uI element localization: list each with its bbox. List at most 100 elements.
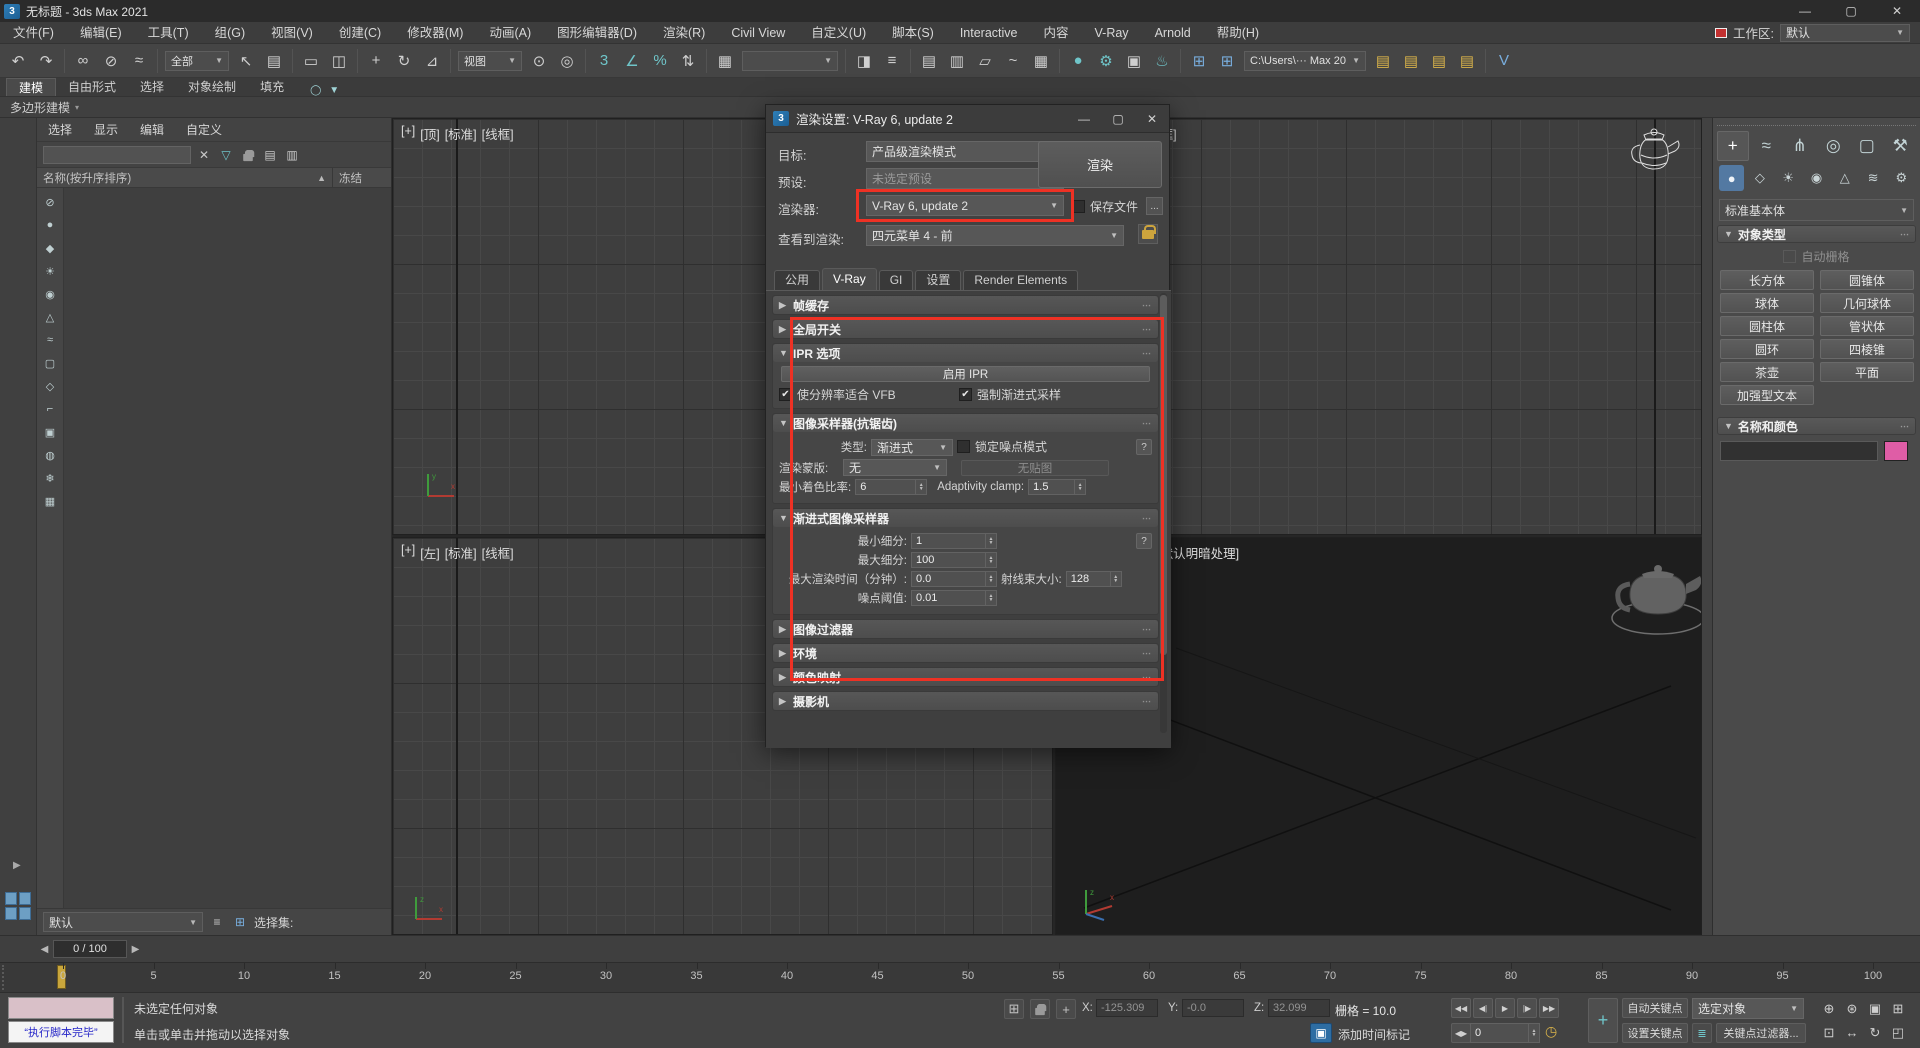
selection-filter-dropdown[interactable]: 全部▼ (165, 51, 229, 71)
menu-item[interactable]: 内容 (1031, 22, 1082, 44)
isolate-cube-button[interactable]: ▣ (1310, 1023, 1332, 1043)
create-平面-button[interactable]: 平面 (1820, 362, 1914, 382)
viewport-label-segment[interactable]: [左] (420, 543, 439, 562)
display-shapes-icon[interactable]: ◆ (42, 240, 59, 256)
material-editor-icon[interactable]: ● (1065, 48, 1091, 74)
dialog-tab-V-Ray[interactable]: V-Ray (822, 268, 877, 290)
display-cameras-icon[interactable]: ◉ (42, 286, 59, 302)
export-folder-icon[interactable]: ▤ (1454, 48, 1480, 74)
time-configuration-icon[interactable]: ◷ (1545, 1023, 1557, 1040)
cat-systems[interactable]: ⚙ (1889, 165, 1914, 191)
viewport-label-segment[interactable]: [标准] (445, 124, 477, 143)
adaptivity-spinner[interactable]: 1.5▲▼ (1028, 479, 1086, 495)
display-helpers-icon[interactable]: △ (42, 309, 59, 325)
column-config-icon[interactable]: ▤ (261, 146, 279, 164)
zoom-extents-all-icon[interactable]: ⊞ (1887, 997, 1909, 1020)
lock-noise-checkbox[interactable]: 锁定噪点模式 (957, 438, 1047, 455)
save-file-checkbox[interactable]: 保存文件 (1072, 198, 1138, 215)
cat-spacewarps[interactable]: ≋ (1860, 165, 1885, 191)
rollout-颜色映射[interactable]: ▶颜色映射⋯ (772, 667, 1159, 687)
frozen-column-header[interactable]: 冻结 (333, 168, 391, 187)
bind-spacewarp-icon[interactable]: ≈ (126, 48, 152, 74)
workspace-dropdown[interactable]: 默认▼ (1780, 24, 1910, 42)
set-keys-button[interactable]: + (1588, 998, 1618, 1043)
pan-icon[interactable]: ↔ (1841, 1021, 1863, 1044)
create-球体-button[interactable]: 球体 (1720, 293, 1814, 313)
create-几何球体-button[interactable]: 几何球体 (1820, 293, 1914, 313)
percent-snap-icon[interactable]: % (647, 48, 673, 74)
viewport-label-segment[interactable]: [+] (401, 543, 415, 562)
rollout-摄影机[interactable]: ▶摄影机⋯ (772, 691, 1159, 711)
viewport-label-segment[interactable]: [+] (401, 124, 415, 143)
redo-icon[interactable]: ↷ (33, 48, 59, 74)
zoom-icon[interactable]: ⊕ (1818, 997, 1840, 1020)
min-subdivs-spinner[interactable]: 1▲▼ (911, 533, 997, 549)
display-spacewarps-icon[interactable]: ≈ (42, 332, 59, 348)
open-folder-icon[interactable]: ▤ (1398, 48, 1424, 74)
viewport-label-segment[interactable]: [线框] (482, 543, 514, 562)
auto-key-button[interactable]: 自动关键点 (1622, 998, 1688, 1018)
toggle-scene-explorer-icon[interactable]: ▤ (916, 48, 942, 74)
ribbon-tab-选择[interactable]: 选择 (128, 78, 176, 96)
rendered-frame-icon[interactable]: ▣ (1121, 48, 1147, 74)
lock-view-button[interactable] (1138, 224, 1158, 244)
save-file-browse-button[interactable]: ... (1146, 197, 1163, 215)
dialog-tab-设置[interactable]: 设置 (915, 270, 961, 290)
unlink-icon[interactable]: ⊘ (98, 48, 124, 74)
save-scene-folder-icon[interactable]: ▤ (1370, 48, 1396, 74)
object-color-swatch[interactable] (1884, 441, 1908, 461)
image-sampler-rollout-header[interactable]: ▼图像采样器(抗锯齿)⋯ (773, 414, 1158, 432)
layer-manager-icon[interactable]: ▥ (944, 48, 970, 74)
menu-item[interactable]: Civil View (718, 22, 798, 44)
menu-item[interactable]: 视图(V) (258, 22, 326, 44)
time-slider[interactable]: 0 / 100 (53, 940, 127, 958)
viewport-label-segment[interactable]: [线框] (482, 124, 514, 143)
new-explorer-icon[interactable]: ⊞ (231, 913, 249, 931)
zoom-extents-icon[interactable]: ▣ (1864, 997, 1886, 1020)
y-coordinate-field[interactable]: -0.0 (1182, 999, 1244, 1017)
menu-item[interactable]: V-Ray (1082, 22, 1142, 44)
explorer-menu-自定义[interactable]: 自定义 (175, 121, 233, 138)
snap-3d-icon[interactable]: 3 (591, 48, 617, 74)
panel-drag-handle[interactable] (1717, 121, 1916, 126)
key-filters-button[interactable]: 关键点过滤器... (1716, 1023, 1806, 1043)
menu-item[interactable]: 组(G) (202, 22, 259, 44)
noise-threshold-spinner[interactable]: 0.01▲▼ (911, 590, 997, 606)
list-view-icon[interactable]: ▥ (283, 146, 301, 164)
ribbon-tab-自由形式[interactable]: 自由形式 (56, 78, 128, 96)
rect-selection-region-icon[interactable]: ▭ (298, 48, 324, 74)
time-tag-label[interactable]: 添加时间标记 (1338, 1026, 1410, 1043)
maxscript-listener-output[interactable]: “执行脚本完毕” (8, 1021, 114, 1043)
select-object-icon[interactable]: ↖ (233, 48, 259, 74)
rollout-frame-buffer[interactable]: ▶帧缓存⋯ (772, 295, 1159, 315)
isolate-selection-icon[interactable]: ⊞ (1004, 999, 1024, 1019)
tab-create[interactable]: + (1717, 131, 1749, 161)
create-长方体-button[interactable]: 长方体 (1720, 270, 1814, 290)
render-production-icon[interactable]: ♨ (1149, 48, 1175, 74)
play-icon[interactable]: ▶ (1495, 998, 1515, 1018)
lock-explorer-icon[interactable] (239, 146, 257, 164)
display-geometry-icon[interactable]: ● (42, 217, 59, 233)
window-crossing-icon[interactable]: ◫ (326, 48, 352, 74)
reference-coord-dropdown[interactable]: 视图▼ (458, 51, 522, 71)
menu-item[interactable]: 修改器(M) (394, 22, 476, 44)
ribbon-tab-填充[interactable]: 填充 (248, 78, 296, 96)
new-scene-explorer-icon[interactable]: ⊞ (1186, 48, 1212, 74)
previous-frame-icon[interactable]: ◀| (1473, 998, 1493, 1018)
render-button[interactable]: 渲染 (1038, 141, 1162, 188)
min-shading-spinner[interactable]: 6▲▼ (855, 479, 927, 495)
minimize-button[interactable]: — (1782, 0, 1828, 22)
select-link-icon[interactable]: ∞ (70, 48, 96, 74)
schematic-view-icon[interactable]: ▦ (1028, 48, 1054, 74)
cat-cameras[interactable]: ◉ (1804, 165, 1829, 191)
fit-resolution-vfb-checkbox[interactable]: ✔使分辨率适合 VFB (779, 386, 955, 403)
name-column-header[interactable]: 名称(按升序排序) ▲ (37, 168, 333, 187)
dialog-tab-公用[interactable]: 公用 (774, 270, 820, 290)
rollout-环境[interactable]: ▶环境⋯ (772, 643, 1159, 663)
renderer-dropdown[interactable]: V-Ray 6, update 2▼ (866, 195, 1064, 216)
ribbon-toggle-icon[interactable]: ▱ (972, 48, 998, 74)
name-color-rollout-header[interactable]: ▼名称和颜色⋯ (1717, 417, 1916, 435)
viewport-layout-tabs-button[interactable] (3, 890, 33, 922)
display-lights-icon[interactable]: ☀ (42, 263, 59, 279)
ribbon-config-icon[interactable]: ◯ (310, 85, 321, 96)
